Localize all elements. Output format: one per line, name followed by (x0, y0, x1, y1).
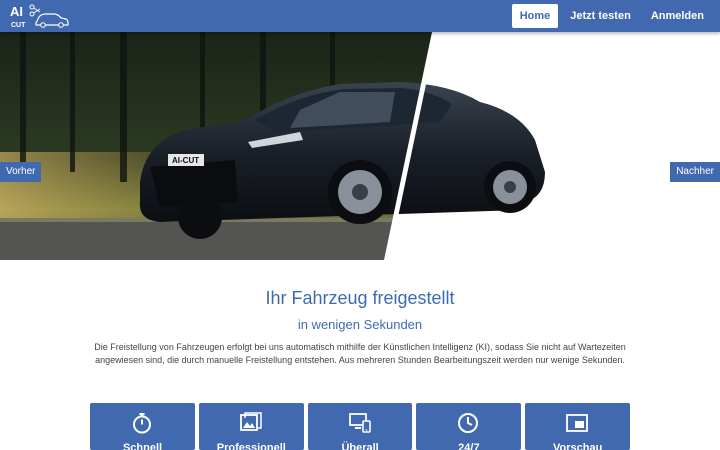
page-title: Ihr Fahrzeug freigestellt (265, 288, 455, 308)
nav-home[interactable]: Home (511, 4, 559, 28)
top-navbar: AI CUT Home Jetzt testen Anmelden (0, 0, 720, 32)
before-tag: Vorher (0, 162, 42, 182)
logo-icon: AI CUT (10, 4, 69, 29)
devices-icon (348, 412, 371, 434)
feature-card-ueberall[interactable]: Überall (307, 403, 413, 450)
feature-card-24-7[interactable]: 24/7 (416, 403, 522, 450)
feature-cards: Schnell Professionell Überall 24/7 Vorsc… (90, 403, 630, 450)
logo-line2: CUT (11, 22, 26, 29)
feature-label: Professionell (216, 442, 286, 450)
feature-label: 24/7 (458, 442, 480, 450)
feature-card-professionell[interactable]: Professionell (198, 403, 304, 450)
description-text: Die Freistellung von Fahrzeugen erfolgt … (94, 342, 626, 365)
nav-links: Home Jetzt testen Anmelden (511, 4, 712, 28)
feature-card-schnell[interactable]: Schnell (90, 403, 195, 450)
after-tag: Nachher (670, 162, 720, 182)
logo-line1: AI (10, 4, 23, 19)
image-icon (239, 412, 262, 434)
feature-label: Überall (341, 442, 379, 450)
ai-cut-logo[interactable]: AI CUT (10, 3, 70, 29)
hero-before-after: AI-CUT Vorher Nachher (0, 32, 720, 260)
feature-label: Schnell (122, 442, 163, 450)
clock-icon (457, 412, 479, 434)
stopwatch-icon (131, 412, 153, 434)
preview-icon (566, 412, 589, 434)
license-plate-text: AI-CUT (172, 156, 199, 165)
nav-anmelden[interactable]: Anmelden (643, 4, 712, 28)
nav-jetzt-testen[interactable]: Jetzt testen (562, 4, 639, 28)
feature-label: Vorschau (553, 442, 603, 450)
car-comparison-image: AI-CUT (0, 32, 546, 260)
page-subtitle: in wenigen Sekunden (297, 317, 423, 332)
feature-card-vorschau[interactable]: Vorschau (525, 403, 630, 450)
